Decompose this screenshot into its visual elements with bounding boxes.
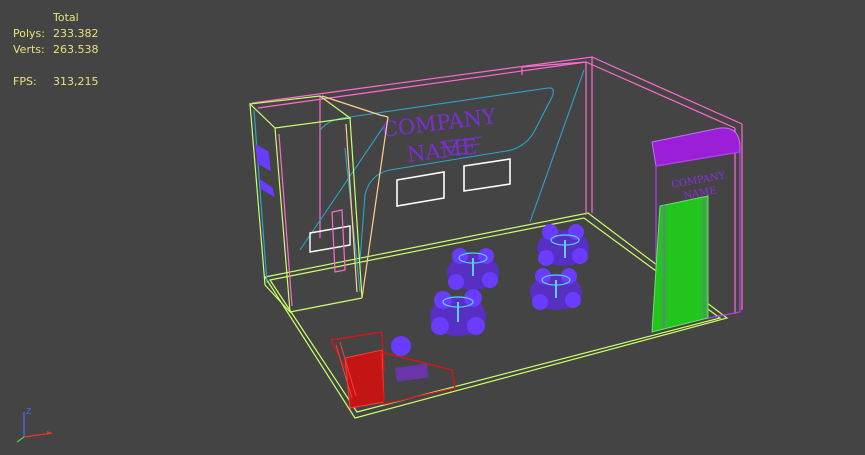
right-pillar: COMPANY NAME xyxy=(651,127,741,333)
table-group-3 xyxy=(430,289,486,336)
screen-right xyxy=(463,158,511,192)
booth-scene[interactable]: COMPANY NAME COMPANY NAME xyxy=(0,0,865,455)
fps-label: FPS: xyxy=(13,75,37,88)
verts-label: Verts: xyxy=(13,43,45,56)
gizmo-z-label: Z xyxy=(26,407,32,416)
verts-value: 263.538 xyxy=(53,43,99,56)
back-wall-name-text: NAME xyxy=(406,135,479,167)
axis-gizmo-icon: Z xyxy=(16,407,53,443)
stats-header: Total xyxy=(53,11,79,24)
polys-label: Polys: xyxy=(13,27,45,40)
table-group-2 xyxy=(537,224,589,266)
polys-value: 233.382 xyxy=(53,27,99,40)
back-wall-logo: COMPANY NAME xyxy=(381,104,499,167)
3d-viewport[interactable]: COMPANY NAME COMPANY NAME Total Polys: 2… xyxy=(0,0,865,455)
screen-left xyxy=(396,171,445,207)
table-group-4 xyxy=(530,268,582,310)
fps-value: 313,215 xyxy=(53,75,99,88)
table-group-1 xyxy=(447,248,499,290)
